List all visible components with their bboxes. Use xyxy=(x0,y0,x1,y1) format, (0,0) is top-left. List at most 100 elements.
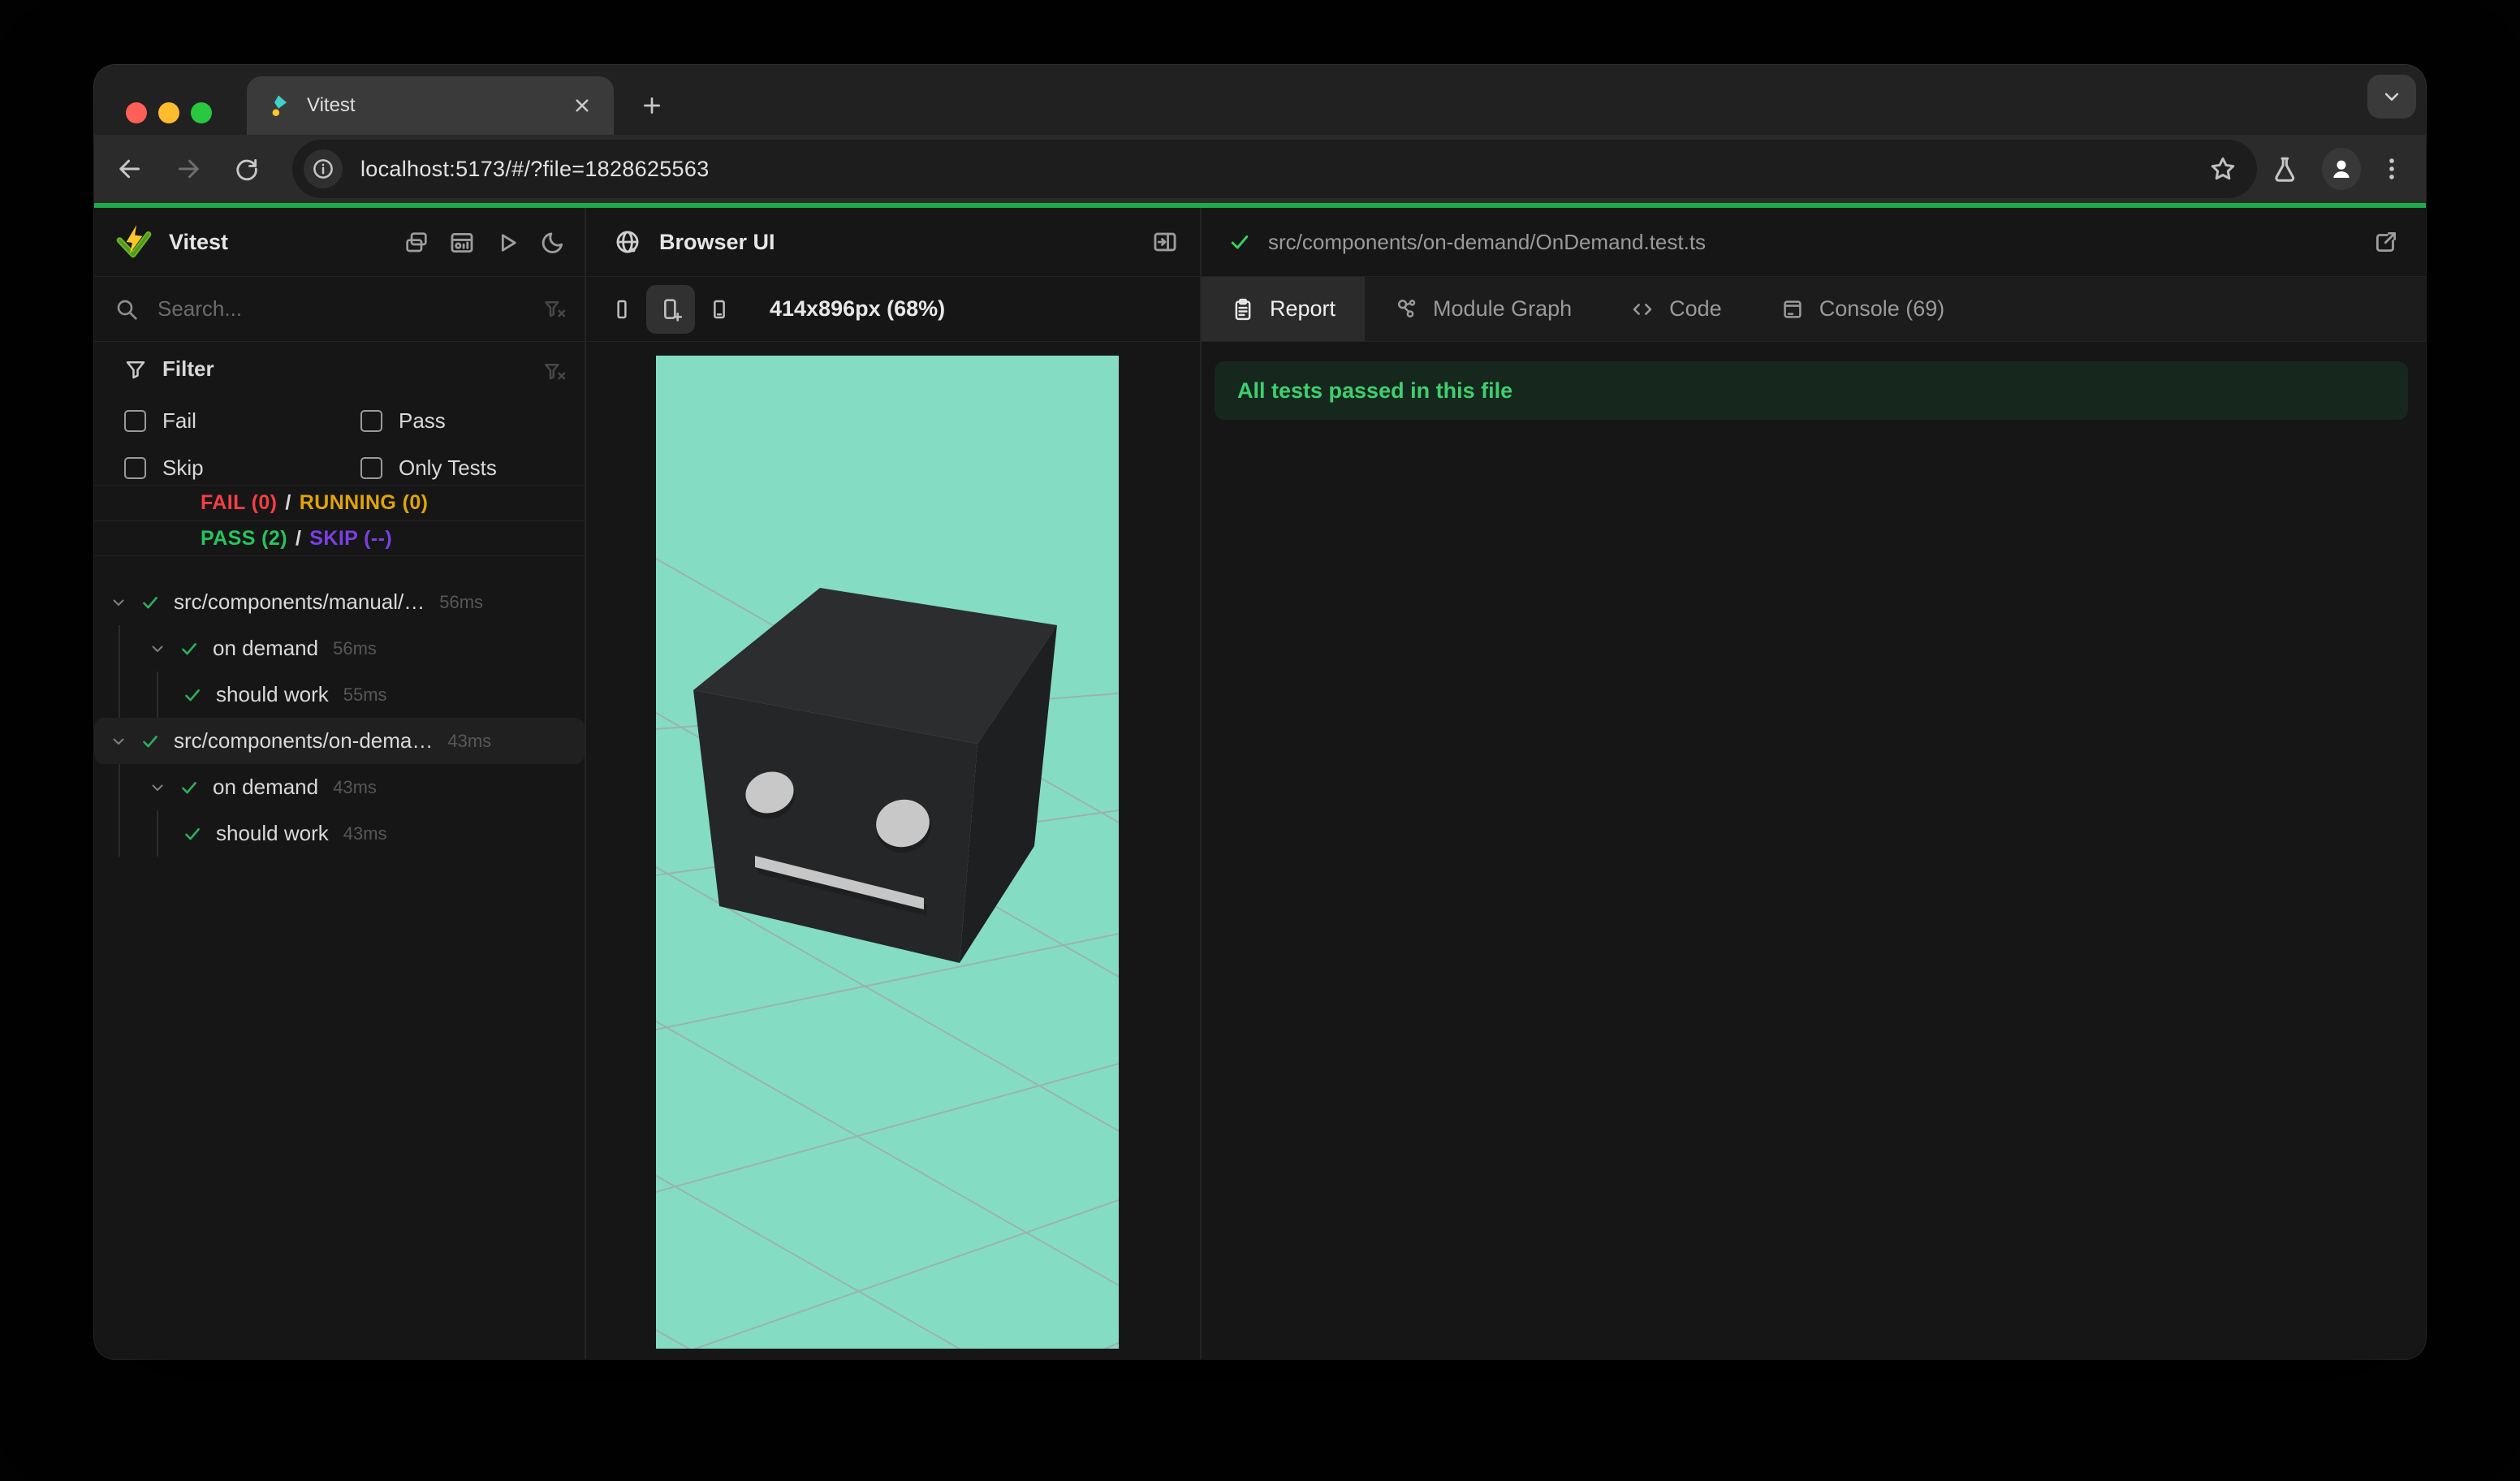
reload-button[interactable] xyxy=(224,146,270,192)
test-label: src/components/on-dema… xyxy=(174,728,434,753)
viewport-toolbar: 414x896px (68%) xyxy=(586,277,1200,342)
reload-icon xyxy=(236,158,257,181)
dark-mode-toggle[interactable] xyxy=(533,222,573,263)
collapse-panels-button[interactable] xyxy=(396,222,437,263)
dashboard-button[interactable] xyxy=(442,222,482,263)
app-title: Vitest xyxy=(169,229,229,254)
search-input[interactable] xyxy=(158,296,466,322)
url-bar[interactable]: localhost:5173/#/?file=1828625563 xyxy=(292,140,2257,198)
filter-checkbox-fail[interactable]: Fail xyxy=(124,408,196,434)
site-info-button[interactable] xyxy=(304,149,343,188)
tab-search-button[interactable] xyxy=(2367,75,2416,119)
tree-file-row[interactable]: src/components/manual/… 56ms xyxy=(94,579,585,625)
three-dots-icon xyxy=(2389,158,2394,179)
tree-suite-row[interactable]: on demand 43ms xyxy=(94,764,585,810)
tab-module-graph[interactable]: Module Graph xyxy=(1365,277,1601,341)
star-icon xyxy=(2211,157,2235,180)
tree-file-row-selected[interactable]: src/components/on-dema… 43ms xyxy=(94,718,585,764)
tab-label: Code xyxy=(1669,296,1722,321)
test-label: on demand xyxy=(213,636,319,660)
test-duration: 43ms xyxy=(333,776,377,797)
browser-window: Vitest localhost:5173/#/?file=1828625563… xyxy=(94,65,2426,1359)
phone-plus-icon xyxy=(664,298,682,322)
test-label: on demand xyxy=(213,775,319,799)
chevron-down-icon[interactable] xyxy=(148,778,167,797)
tab-report[interactable]: Report xyxy=(1202,277,1366,341)
banner-text: All tests passed in this file xyxy=(1237,378,1513,403)
checkbox[interactable] xyxy=(124,457,146,479)
clear-filters-icon[interactable] xyxy=(542,360,567,384)
tab-close-icon[interactable] xyxy=(570,93,594,118)
new-tab-button[interactable] xyxy=(630,84,674,127)
graph-nodes-icon xyxy=(1398,299,1416,317)
test-duration: 56ms xyxy=(333,637,377,658)
open-in-editor-button[interactable] xyxy=(2372,228,2400,256)
checkbox-label: Pass xyxy=(399,408,446,433)
forward-button[interactable] xyxy=(166,146,211,192)
check-icon xyxy=(185,827,200,840)
report-panel: src/components/on-demand/OnDemand.test.t… xyxy=(1202,208,2426,1359)
tree-test-row[interactable]: should work 43ms xyxy=(94,810,585,857)
explorer-actions xyxy=(396,208,573,277)
window-controls xyxy=(126,102,212,123)
checkbox[interactable] xyxy=(360,410,382,432)
check-icon xyxy=(182,642,196,654)
browser-ui-header: Browser UI xyxy=(586,208,1200,277)
back-button[interactable] xyxy=(107,146,153,192)
tree-test-row[interactable]: should work 55ms xyxy=(94,671,585,718)
dock-panel-button[interactable] xyxy=(1151,228,1179,256)
moon-icon xyxy=(542,232,563,253)
test-duration: 43ms xyxy=(447,730,492,751)
test-file-path: src/components/on-demand/OnDemand.test.t… xyxy=(1268,229,1707,254)
separator: / xyxy=(295,527,302,550)
funnel-icon xyxy=(126,361,145,378)
checkbox[interactable] xyxy=(124,410,146,432)
browser-tab[interactable]: Vitest xyxy=(247,76,614,135)
chevron-down-icon[interactable] xyxy=(109,732,128,751)
chevron-down-icon xyxy=(2384,93,2399,101)
viewport-preset-small-button[interactable] xyxy=(598,285,646,334)
test-tree: src/components/manual/… 56ms on demand 5… xyxy=(94,579,585,857)
search-row xyxy=(94,277,585,342)
browser-menu-button[interactable] xyxy=(2372,146,2411,192)
filter-checkbox-pass[interactable]: Pass xyxy=(360,408,446,434)
browser-ui-panel: Browser UI 414x896px (68%) xyxy=(586,208,1202,1359)
test-duration: 43ms xyxy=(343,823,387,844)
vitest-app: Vitest Search... Filter Fail Pass Skip O… xyxy=(94,208,2426,1359)
experiments-button[interactable] xyxy=(2265,146,2304,192)
test-duration: 56ms xyxy=(439,591,484,612)
vitest-logo xyxy=(116,225,152,258)
check-icon xyxy=(1231,235,1249,249)
traffic-light-maximize[interactable] xyxy=(191,102,212,123)
traffic-light-minimize[interactable] xyxy=(158,102,179,123)
test-label: src/components/manual/… xyxy=(174,589,425,614)
test-label: should work xyxy=(216,682,329,706)
test-viewport[interactable] xyxy=(656,356,1119,1349)
traffic-light-close[interactable] xyxy=(126,102,147,123)
test-label: should work xyxy=(216,821,329,845)
filter-checkbox-skip[interactable]: Skip xyxy=(124,456,204,481)
tab-title: Vitest xyxy=(307,94,356,116)
bookmark-button[interactable] xyxy=(2205,151,2241,187)
filter-title: Filter xyxy=(162,356,214,381)
all-tests-passed-banner: All tests passed in this file xyxy=(1215,361,2408,420)
clear-search-filter-icon[interactable] xyxy=(542,297,567,322)
checkbox[interactable] xyxy=(360,457,382,479)
viewport-preset-active-button[interactable] xyxy=(646,284,695,334)
explorer-header: Vitest xyxy=(94,208,585,277)
info-icon xyxy=(313,159,333,179)
chevron-down-icon[interactable] xyxy=(148,639,167,658)
tree-suite-row[interactable]: on demand 56ms xyxy=(94,625,585,671)
tab-code[interactable]: Code xyxy=(1601,277,1751,341)
filter-checkbox-only-tests[interactable]: Only Tests xyxy=(360,456,497,481)
tab-console[interactable]: Console (69) xyxy=(1751,277,1974,341)
forward-arrow-icon xyxy=(179,159,199,179)
profile-button[interactable] xyxy=(2322,146,2361,192)
robot-cube-scene xyxy=(656,356,1119,1349)
chevron-down-icon[interactable] xyxy=(109,593,128,612)
viewport-preset-large-button[interactable] xyxy=(695,285,744,334)
skip-count: SKIP (--) xyxy=(309,527,393,550)
run-all-button[interactable] xyxy=(487,222,528,263)
url-text[interactable]: localhost:5173/#/?file=1828625563 xyxy=(360,157,2205,182)
separator: / xyxy=(285,491,291,514)
